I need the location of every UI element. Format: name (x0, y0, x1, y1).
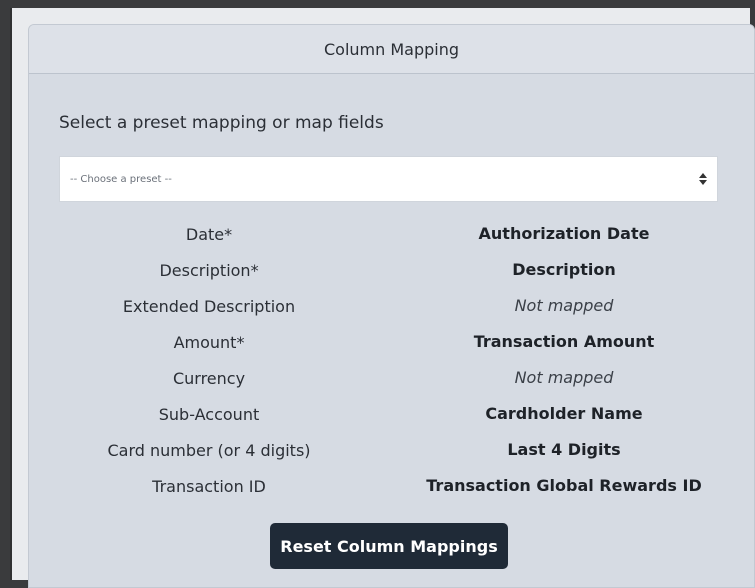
field-label: Description* (159, 261, 259, 280)
field-label: Sub-Account (158, 405, 260, 424)
mapped-column[interactable]: Cardholder Name (403, 404, 725, 423)
mapped-column[interactable]: Last 4 Digits (403, 440, 725, 459)
mapping-list: Date* Authorization Date Description* De… (29, 216, 754, 504)
mapping-row-currency: Currency Not mapped (29, 360, 754, 396)
field-label: Card number (or 4 digits) (107, 441, 311, 460)
mapping-row-transaction-id: Transaction ID Transaction Global Reward… (29, 468, 754, 504)
field-label: Transaction ID (152, 477, 266, 496)
mapping-row-sub-account: Sub-Account Cardholder Name (29, 396, 754, 432)
mapping-row-date: Date* Authorization Date (29, 216, 754, 252)
preset-select-value: -- Choose a preset -- (70, 173, 172, 185)
intro-text: Select a preset mapping or map fields (59, 113, 384, 133)
mapped-column[interactable]: Description (403, 260, 725, 279)
mapping-row-extended-description: Extended Description Not mapped (29, 288, 754, 324)
mapping-row-card-number: Card number (or 4 digits) Last 4 Digits (29, 432, 754, 468)
mapping-row-description: Description* Description (29, 252, 754, 288)
card-header: Column Mapping (29, 25, 754, 74)
field-label: Currency (172, 369, 246, 388)
field-label: Extended Description (122, 297, 296, 316)
preset-select[interactable]: -- Choose a preset -- (59, 156, 718, 202)
dialog-frame: Column Mapping Select a preset mapping o… (10, 8, 755, 588)
reset-column-mappings-button[interactable]: Reset Column Mappings (270, 523, 508, 569)
mapped-column[interactable]: Authorization Date (403, 224, 725, 243)
field-label: Date* (185, 225, 233, 244)
mapping-row-amount: Amount* Transaction Amount (29, 324, 754, 360)
mapped-column[interactable]: Not mapped (403, 296, 725, 315)
mapped-column[interactable]: Transaction Global Rewards ID (403, 476, 725, 495)
column-mapping-card: Column Mapping Select a preset mapping o… (28, 24, 755, 588)
mapped-column[interactable]: Transaction Amount (403, 332, 725, 351)
mapped-column[interactable]: Not mapped (403, 368, 725, 387)
field-label: Amount* (173, 333, 245, 352)
card-title: Column Mapping (323, 39, 460, 59)
sort-updown-icon (699, 173, 707, 185)
